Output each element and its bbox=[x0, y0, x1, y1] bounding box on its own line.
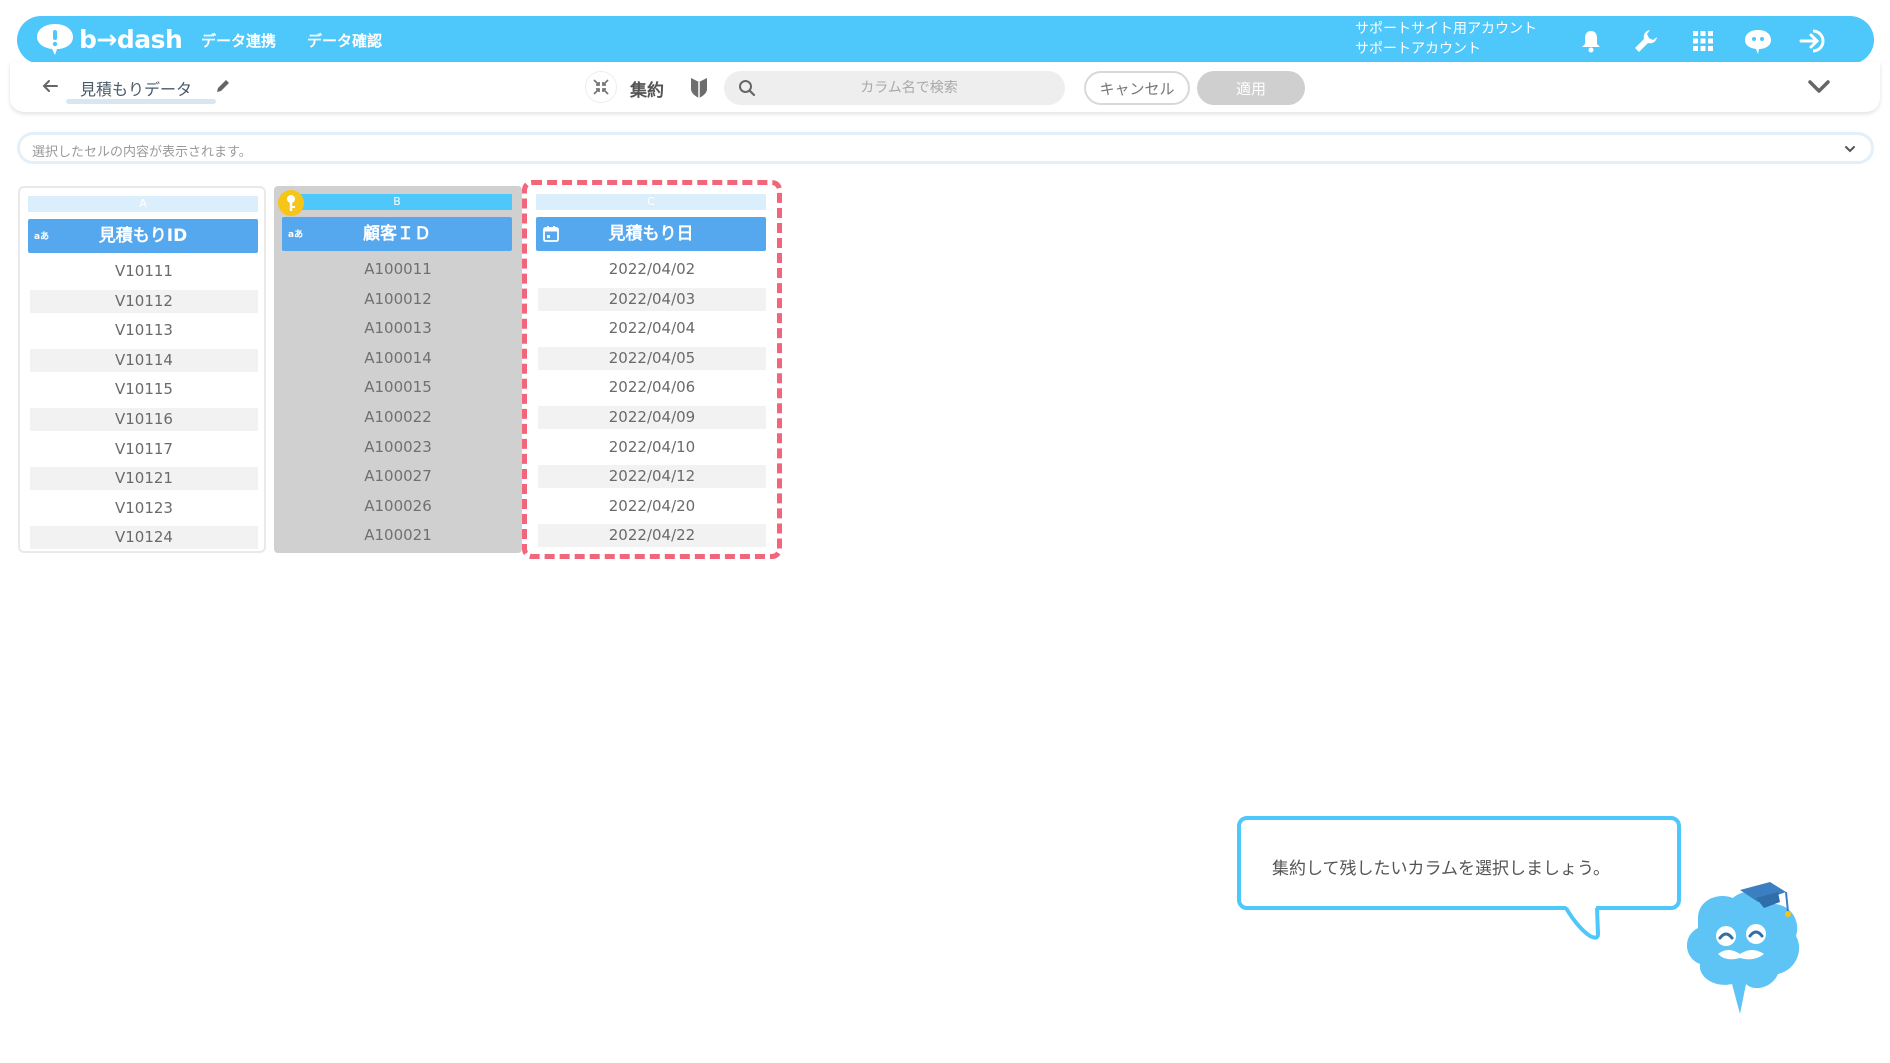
search-icon bbox=[739, 80, 756, 97]
column-letter: B bbox=[282, 194, 512, 210]
column-header-label: 顧客ＩＤ bbox=[363, 224, 431, 244]
beginner-shield-icon[interactable] bbox=[688, 75, 710, 99]
column-header[interactable]: aあ 見積もりID bbox=[28, 219, 258, 253]
aggregate-icon[interactable] bbox=[585, 71, 617, 103]
brand-logo[interactable]: b→dash bbox=[35, 22, 183, 56]
bell-icon[interactable] bbox=[1575, 25, 1607, 57]
data-toolbar: 見積もりデータ 集約 キャンセル 適用 bbox=[10, 62, 1880, 112]
mascot-help-icon[interactable] bbox=[1742, 25, 1774, 57]
table-row[interactable]: A100021 bbox=[284, 524, 512, 554]
brand-name: b→dash bbox=[79, 24, 183, 54]
apps-grid-icon[interactable] bbox=[1687, 25, 1719, 57]
nav-data-check[interactable]: データ確認 bbox=[307, 30, 382, 51]
table-row[interactable]: A100027 bbox=[284, 465, 512, 495]
table-row[interactable]: V10121 bbox=[30, 467, 258, 497]
logo-bubble-icon bbox=[37, 24, 73, 55]
table-row[interactable]: V10112 bbox=[30, 289, 258, 320]
column-search-input[interactable] bbox=[764, 71, 1054, 105]
table-row[interactable]: V10123 bbox=[30, 497, 258, 527]
data-title[interactable]: 見積もりデータ bbox=[80, 76, 192, 100]
table-row[interactable]: V10114 bbox=[30, 348, 258, 379]
column-header-label: 見積もりID bbox=[98, 226, 188, 246]
account-line1: サポートサイト用アカウント bbox=[1355, 21, 1537, 37]
pencil-icon[interactable] bbox=[214, 77, 232, 95]
apply-button[interactable]: 適用 bbox=[1197, 71, 1305, 105]
table-row[interactable]: V10117 bbox=[30, 438, 258, 468]
nav-data-integration[interactable]: データ連携 bbox=[201, 30, 276, 51]
table-row[interactable]: V10116 bbox=[30, 407, 258, 438]
column-header[interactable]: aあ 顧客ＩＤ bbox=[282, 217, 512, 251]
table-row[interactable]: V10124 bbox=[30, 526, 258, 556]
column-search-box bbox=[724, 71, 1065, 105]
table-row[interactable]: A100015 bbox=[284, 376, 512, 406]
table-row[interactable]: A100022 bbox=[284, 406, 512, 436]
column-c-highlight bbox=[522, 180, 782, 559]
column-rows: A100011 A100012 A100013 A100014 A100015 … bbox=[284, 258, 512, 554]
cell-content-bar[interactable]: 選択したセルの内容が表示されます。 bbox=[17, 132, 1874, 164]
bubble-tail bbox=[1564, 906, 1600, 942]
column-letter: A bbox=[28, 196, 258, 212]
top-navigation-bar: b→dash データ連携 データ確認 サポートサイト用アカウント サポートアカウ… bbox=[17, 16, 1874, 64]
mascot-character-icon bbox=[1686, 882, 1800, 1014]
table-row[interactable]: A100023 bbox=[284, 436, 512, 466]
table-row[interactable]: V10113 bbox=[30, 319, 258, 349]
column-a[interactable]: A aあ 見積もりID V10111 V10112 V10113 V10114 … bbox=[18, 186, 266, 553]
guide-speech-bubble: 集約して残したいカラムを選択しましょう。 bbox=[1237, 816, 1681, 910]
table-row[interactable]: A100013 bbox=[284, 317, 512, 347]
title-underline bbox=[66, 99, 216, 104]
chevron-down-icon[interactable] bbox=[1841, 140, 1859, 158]
table-row[interactable]: A100012 bbox=[284, 288, 512, 318]
wrench-icon[interactable] bbox=[1630, 25, 1662, 57]
table-row[interactable]: A100026 bbox=[284, 495, 512, 525]
key-icon bbox=[278, 190, 304, 216]
logout-icon[interactable] bbox=[1798, 25, 1830, 57]
cell-content-text: 選択したセルの内容が表示されます。 bbox=[32, 145, 252, 160]
account-line2: サポートアカウント bbox=[1355, 41, 1481, 57]
chevron-down-icon[interactable] bbox=[1806, 75, 1832, 99]
guide-message: 集約して残したいカラムを選択しましょう。 bbox=[1272, 859, 1610, 879]
table-row[interactable]: A100011 bbox=[284, 258, 512, 288]
account-info[interactable]: サポートサイト用アカウント サポートアカウント bbox=[1355, 19, 1537, 59]
column-b[interactable]: B aあ 顧客ＩＤ A100011 A100012 A100013 A10001… bbox=[274, 186, 522, 553]
cancel-button[interactable]: キャンセル bbox=[1084, 71, 1190, 105]
table-row[interactable]: A100014 bbox=[284, 347, 512, 377]
column-rows: V10111 V10112 V10113 V10114 V10115 V1011… bbox=[30, 260, 258, 556]
back-arrow-icon[interactable] bbox=[40, 76, 60, 96]
aggregate-label: 集約 bbox=[630, 81, 664, 101]
table-row[interactable]: V10115 bbox=[30, 378, 258, 408]
table-row[interactable]: V10111 bbox=[30, 260, 258, 290]
